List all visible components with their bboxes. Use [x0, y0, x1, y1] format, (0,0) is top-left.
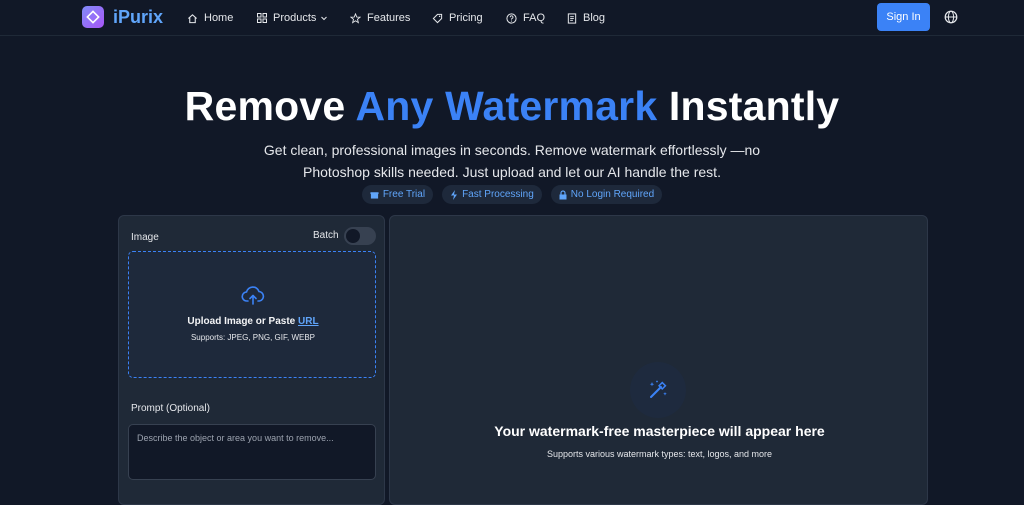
- brand[interactable]: iPurix: [82, 6, 163, 28]
- result-placeholder-icon-wrap: [630, 362, 686, 418]
- result-panel: Your watermark-free masterpiece will app…: [389, 215, 928, 505]
- nav-link-label: Features: [367, 12, 411, 24]
- help-circle-icon: [506, 12, 517, 24]
- cloud-upload-icon: [241, 286, 265, 305]
- prompt-label: Prompt (Optional): [131, 403, 210, 414]
- upload-panel: Image Batch Upload Image or Paste URL Su…: [118, 215, 385, 505]
- result-placeholder-title: Your watermark-free masterpiece will app…: [494, 423, 825, 439]
- tag-icon: [432, 13, 443, 23]
- hero-title: Remove Any Watermark Instantly: [0, 83, 1024, 130]
- dropzone-title: Upload Image or Paste URL: [129, 316, 377, 327]
- nav-link-features[interactable]: Features: [350, 12, 410, 24]
- nav-link-label: Home: [204, 12, 234, 24]
- badge-label: Fast Processing: [462, 189, 534, 200]
- chevron-down-icon: [321, 16, 328, 21]
- nav-link-label: FAQ: [523, 12, 546, 24]
- badge-label: No Login Required: [570, 189, 655, 200]
- logo-icon: [82, 6, 104, 28]
- batch-label: Batch: [313, 230, 339, 241]
- nav-link-label: Blog: [583, 12, 606, 24]
- badge-fast-processing: Fast Processing: [442, 185, 542, 204]
- bolt-icon: [451, 189, 458, 200]
- top-navbar: iPurix Home Products Features Pricing FA…: [0, 0, 1024, 36]
- prompt-input[interactable]: [128, 424, 376, 480]
- paste-url-link[interactable]: URL: [298, 316, 319, 327]
- globe-icon[interactable]: [944, 10, 958, 24]
- result-placeholder-subtitle: Supports various watermark types: text, …: [546, 449, 773, 459]
- brand-name: iPurix: [113, 6, 164, 27]
- nav-link-products[interactable]: Products: [257, 12, 328, 24]
- nav-link-blog[interactable]: Blog: [567, 12, 605, 24]
- grid-icon: [257, 13, 267, 23]
- document-icon: [567, 12, 577, 24]
- badge-free-trial: Free Trial: [361, 185, 434, 204]
- image-label: Image: [131, 232, 159, 243]
- toggle-knob: [346, 229, 360, 243]
- feature-badges: Free Trial Fast Processing No Login Requ…: [0, 185, 1024, 204]
- hero-title-accent: Any Watermark: [355, 83, 658, 129]
- hero-title-post: Instantly: [657, 83, 840, 129]
- dropzone-supported-formats: Supports: JPEG, PNG, GIF, WEBP: [190, 333, 316, 342]
- nav-link-label: Products: [273, 12, 317, 24]
- sign-in-button[interactable]: Sign In: [877, 3, 930, 31]
- batch-toggle[interactable]: [344, 227, 376, 245]
- nav-link-pricing[interactable]: Pricing: [432, 12, 483, 24]
- image-dropzone[interactable]: Upload Image or Paste URL Supports: JPEG…: [128, 251, 376, 378]
- nav-link-home[interactable]: Home: [187, 12, 233, 24]
- magic-wand-icon: [649, 380, 667, 398]
- hero-title-pre: Remove: [184, 83, 356, 129]
- hero-subtitle: Get clean, professional images in second…: [263, 142, 761, 180]
- home-icon: [188, 13, 197, 23]
- lock-icon: [559, 189, 567, 199]
- badge-no-login: No Login Required: [550, 185, 663, 204]
- dropzone-title-text: Upload Image or Paste: [187, 316, 299, 327]
- gift-icon: [370, 192, 379, 199]
- badge-label: Free Trial: [382, 189, 426, 200]
- star-icon: [350, 12, 361, 24]
- nav-link-faq[interactable]: FAQ: [506, 12, 545, 24]
- nav-link-label: Pricing: [449, 12, 483, 24]
